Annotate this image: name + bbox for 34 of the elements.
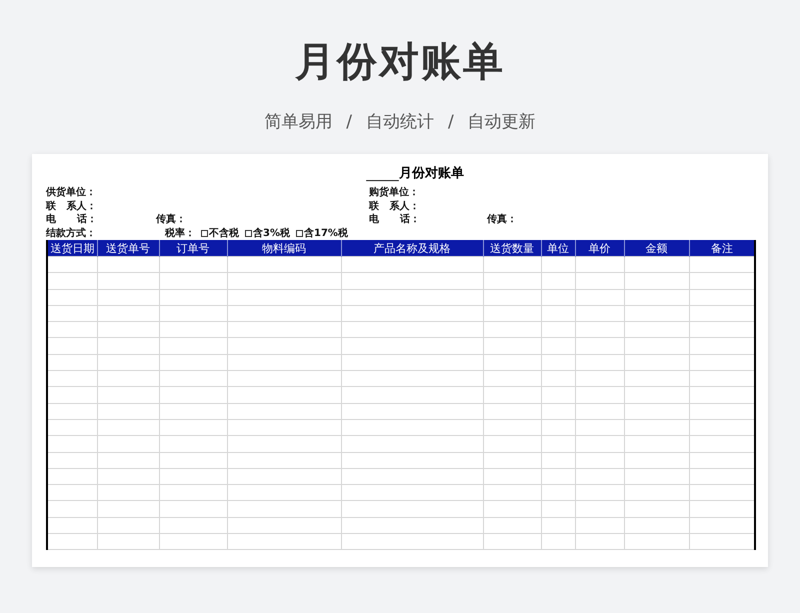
column-header: 产品名称及规格 <box>341 240 483 256</box>
column-header: 单位 <box>541 240 575 256</box>
field-label: 传真： <box>487 213 518 226</box>
separator: / <box>448 111 454 134</box>
field-label: 电 话： <box>369 213 421 226</box>
checkbox[interactable] <box>245 230 252 237</box>
field-label: 联 系人： <box>369 200 420 213</box>
column-header: 物料编码 <box>227 240 341 256</box>
column-header: 单价 <box>575 240 624 256</box>
field-label: 结款方式： <box>46 226 97 240</box>
field-label: 购货单位： <box>369 186 420 200</box>
column-header: 送货单号 <box>97 240 159 256</box>
field-label: 税率： <box>165 226 195 240</box>
separator: / <box>346 111 352 134</box>
column-header: 备注 <box>689 240 755 256</box>
column-header: 送货日期 <box>47 240 97 256</box>
field-label: 联 系人： <box>46 200 98 213</box>
page-title: 月份对账单 <box>294 38 506 87</box>
checkbox[interactable] <box>296 230 303 237</box>
checkbox-label: 含17%税 <box>304 226 348 240</box>
checkbox-label: 含3%税 <box>253 226 290 240</box>
checkbox[interactable] <box>201 230 208 237</box>
subtitle-feature: 自动更新 <box>468 111 536 134</box>
column-header: 金额 <box>624 240 689 256</box>
column-header: 送货数量 <box>483 240 541 256</box>
title-blank-line: _____ <box>366 167 399 182</box>
column-header: 订单号 <box>159 240 227 256</box>
field-label: 电 话： <box>46 213 98 226</box>
field-label: 供货单位： <box>46 186 97 200</box>
subtitle-feature: 自动统计 <box>366 111 434 134</box>
checkbox-label: 不含税 <box>209 226 239 240</box>
field-label: 传真： <box>156 213 187 226</box>
subtitle-feature: 简单易用 <box>264 111 332 134</box>
sheet-title: 月份对账单 <box>398 165 464 181</box>
